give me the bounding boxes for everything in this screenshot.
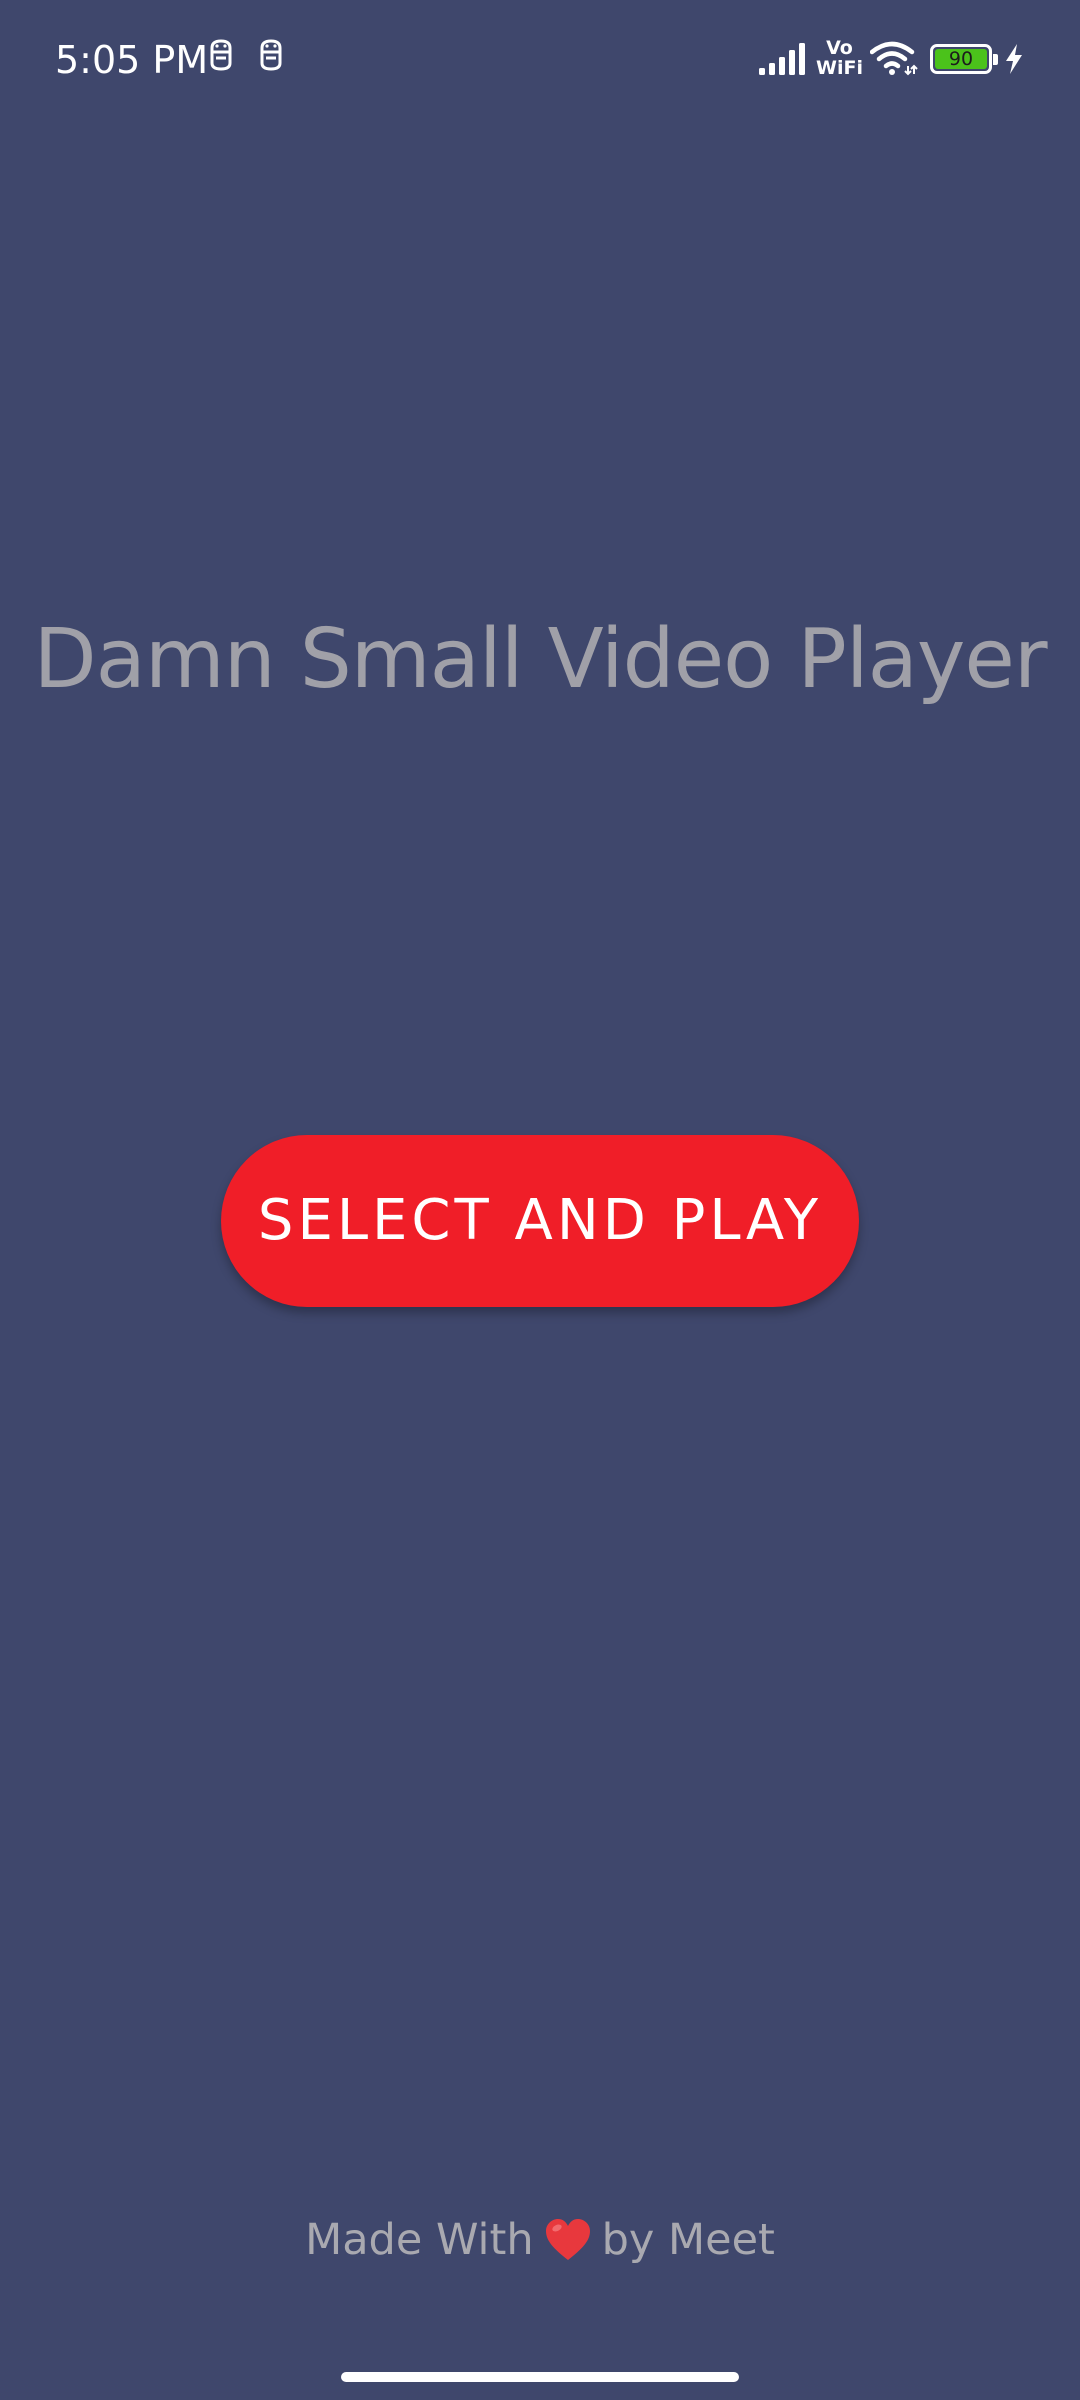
select-and-play-button[interactable]: SELECT AND PLAY [221,1135,859,1307]
notification-icon [260,39,282,71]
vowifi-bottom-label: WiFi [816,57,863,79]
heart-icon [545,2218,590,2260]
footer-prefix: Made With [305,2215,534,2265]
battery-level: 90 [935,49,987,69]
status-bar: 5:05 PM Vo WiFi 90 [0,0,1080,120]
status-time: 5:05 PM [55,38,209,82]
wifi-icon [870,41,918,76]
vowifi-icon: Vo WiFi [816,38,863,78]
charging-bolt-icon [1006,44,1022,74]
footer-suffix: by Meet [601,2215,775,2265]
battery-icon: 90 [930,44,998,74]
notification-icon [210,39,232,71]
signal-icon [759,43,805,75]
vowifi-top-label: Vo [826,37,853,59]
battery-tip [993,54,998,65]
home-indicator[interactable] [341,2372,739,2382]
app-title: Damn Small Video Player [33,612,1047,707]
footer-credit: Made With by Meet [0,2210,1080,2270]
